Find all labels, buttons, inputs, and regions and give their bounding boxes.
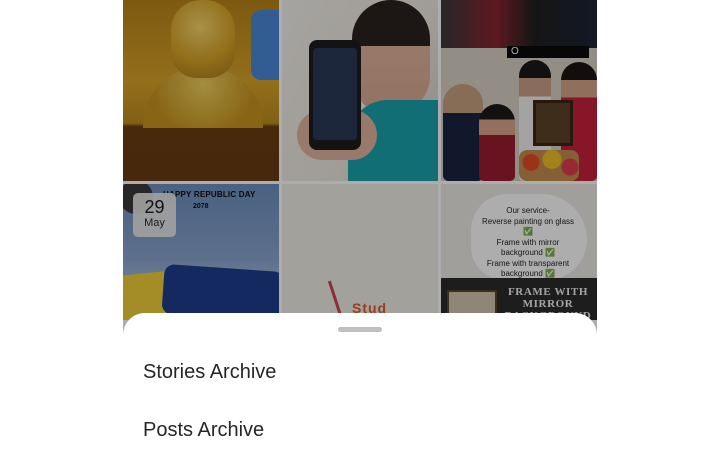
stories-archive-option[interactable]: Stories Archive <box>123 348 597 398</box>
posts-archive-option[interactable]: Posts Archive <box>123 406 597 450</box>
bottom-sheet: Stories Archive Posts Archive <box>123 313 597 450</box>
archive-screen: O HAPPY REPUBLIC DAY 2078 Stud Our servi… <box>123 0 597 450</box>
option-label: Stories Archive <box>143 361 277 383</box>
drag-handle[interactable] <box>338 327 382 332</box>
option-label: Posts Archive <box>143 419 265 441</box>
